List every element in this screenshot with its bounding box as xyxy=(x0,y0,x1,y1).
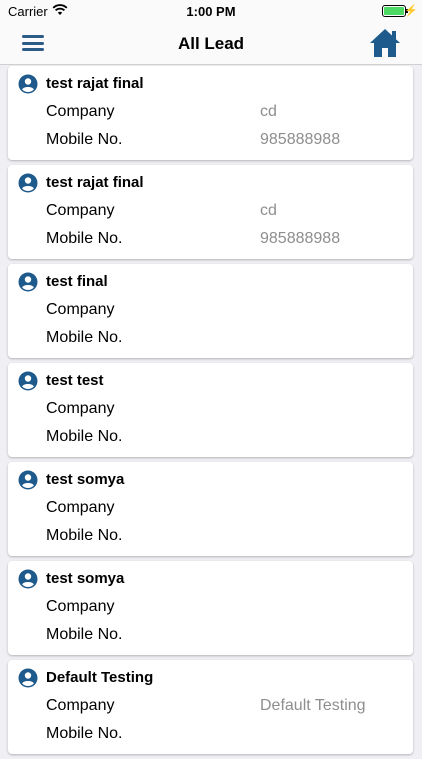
lead-card[interactable]: test test Company Mobile No. xyxy=(8,363,413,457)
company-label: Company xyxy=(46,202,115,219)
company-label: Company xyxy=(46,697,115,714)
lead-name: test rajat final xyxy=(46,75,144,92)
status-bar: Carrier 1:00 PM ⚡ xyxy=(0,0,422,22)
lead-name: test final xyxy=(46,273,108,290)
mobile-label: Mobile No. xyxy=(46,131,123,148)
mobile-value: 985888988 xyxy=(260,131,341,148)
company-label: Company xyxy=(46,598,115,615)
person-circle-icon xyxy=(18,470,38,490)
company-label: Company xyxy=(46,400,115,417)
page-title: All Lead xyxy=(177,34,245,53)
company-label: Company xyxy=(46,499,115,516)
person-circle-icon xyxy=(18,668,38,688)
mobile-label: Mobile No. xyxy=(46,230,123,247)
company-value: cd xyxy=(260,202,277,219)
company-label: Company xyxy=(46,301,115,318)
lead-card[interactable]: test final Company Mobile No. xyxy=(8,264,413,358)
lead-list: test rajat final Company cd Mobile No. 9… xyxy=(8,66,413,759)
lead-card[interactable]: test somya Company Mobile No. xyxy=(8,561,413,655)
home-icon[interactable] xyxy=(368,26,402,60)
mobile-label: Mobile No. xyxy=(46,626,123,643)
lead-card[interactable]: Default Testing Company Default Testing … xyxy=(8,660,413,754)
mobile-label: Mobile No. xyxy=(46,527,123,544)
lead-card[interactable]: test rajat final Company cd Mobile No. 9… xyxy=(8,165,413,259)
company-value: Default Testing xyxy=(260,697,366,714)
lead-name: test somya xyxy=(46,570,125,587)
navigation-bar: All Lead xyxy=(0,22,422,65)
lead-name: test somya xyxy=(46,471,125,488)
lead-card[interactable]: test rajat final Company cd Mobile No. 9… xyxy=(8,66,413,160)
company-value: cd xyxy=(260,103,277,120)
person-circle-icon xyxy=(18,569,38,589)
lead-name: test test xyxy=(46,372,104,389)
charging-icon: ⚡ xyxy=(404,5,418,17)
lead-card[interactable]: test somya Company Mobile No. xyxy=(8,462,413,556)
mobile-label: Mobile No. xyxy=(46,428,123,445)
person-circle-icon xyxy=(18,173,38,193)
lead-name: test rajat final xyxy=(46,174,144,191)
person-circle-icon xyxy=(18,272,38,292)
mobile-label: Mobile No. xyxy=(46,329,123,346)
person-circle-icon xyxy=(18,74,38,94)
status-time: 1:00 PM xyxy=(186,4,236,19)
company-label: Company xyxy=(46,103,115,120)
lead-name: Default Testing xyxy=(46,669,154,686)
battery-icon xyxy=(382,5,408,17)
mobile-label: Mobile No. xyxy=(46,725,123,742)
mobile-value: 985888988 xyxy=(260,230,341,247)
person-circle-icon xyxy=(18,371,38,391)
